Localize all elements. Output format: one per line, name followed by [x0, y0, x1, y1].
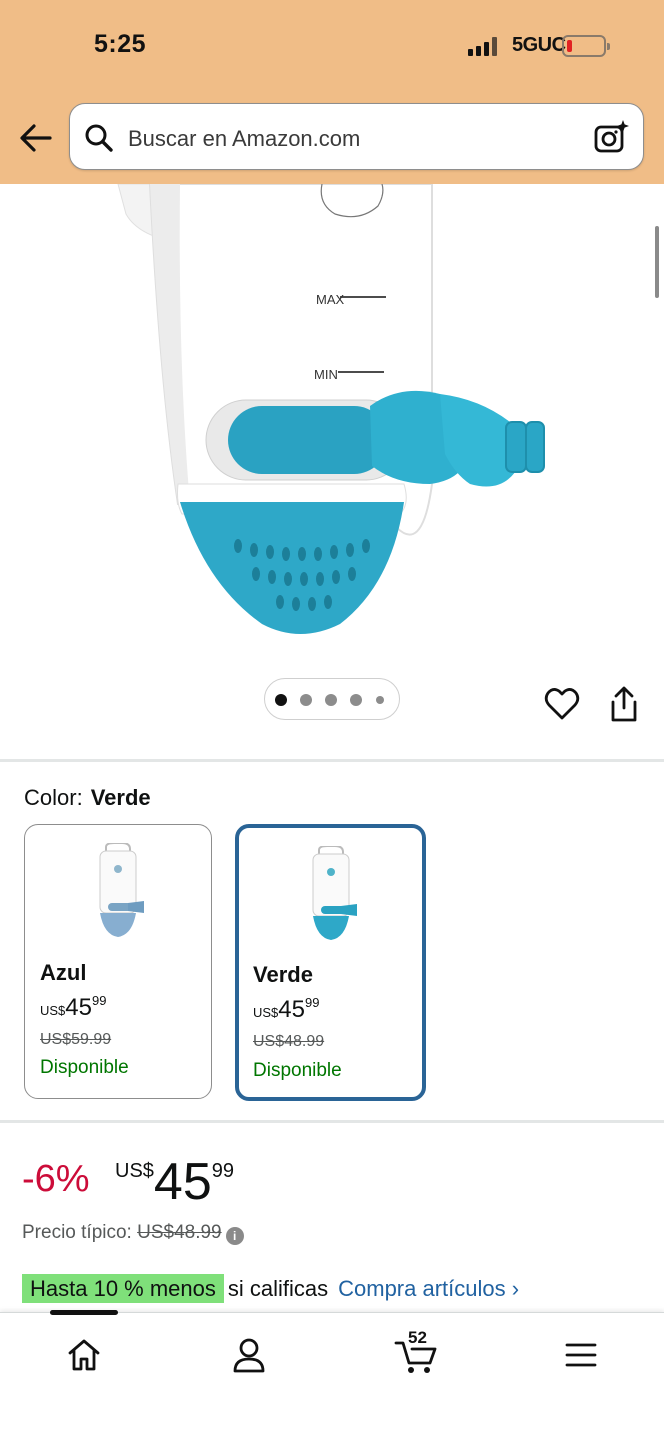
pager-dot[interactable]: [300, 694, 312, 706]
network-label: 5GUC: [512, 34, 566, 56]
search-input[interactable]: Buscar en Amazon.com: [128, 126, 360, 152]
product-thumbnail: [312, 846, 357, 940]
product-photo: MAX MIN: [117, 184, 545, 634]
promo-highlight: Hasta 10 % menos: [22, 1274, 224, 1303]
max-label: MAX: [316, 292, 345, 307]
section-divider: [0, 759, 664, 762]
option-old-price: US$48.99: [253, 1033, 325, 1050]
option-availability: Disponible: [40, 1057, 129, 1078]
selected-color: Verde: [90, 785, 151, 810]
menu-icon[interactable]: [561, 1335, 601, 1375]
product-thumbnail: [99, 843, 144, 937]
min-label: MIN: [314, 367, 338, 382]
option-old-price: US$59.99: [40, 1031, 112, 1048]
active-tab-indicator: [50, 1310, 118, 1315]
current-price: US$4599: [115, 1153, 234, 1211]
heart-icon[interactable]: [544, 686, 580, 722]
option-name: Verde: [253, 962, 313, 987]
color-option-azul[interactable]: Azul US$4599 US$59.99 Disponible: [24, 824, 212, 1099]
option-price: US$4599: [40, 993, 107, 1021]
arrow-left-icon[interactable]: [16, 118, 56, 158]
status-bar: 5:25 5GUC: [0, 0, 664, 92]
top-bar: 5:25 5GUC Buscar en Amazon.com: [0, 0, 664, 184]
share-icon[interactable]: [606, 684, 642, 724]
search-icon: [85, 124, 113, 152]
cart-count: 52: [408, 1328, 427, 1347]
discount-percent: -6%: [22, 1158, 90, 1200]
signal-icon: [468, 37, 500, 56]
info-icon[interactable]: i: [225, 1227, 244, 1245]
option-price: US$4599: [253, 995, 320, 1023]
pager-dot[interactable]: [275, 694, 287, 706]
image-pager[interactable]: [264, 678, 400, 720]
promo-text: si calificas: [227, 1276, 329, 1301]
home-icon[interactable]: [64, 1335, 104, 1375]
pager-dot[interactable]: [376, 696, 384, 704]
promo-link[interactable]: Compra artículos ›: [338, 1276, 519, 1301]
section-divider: [0, 1120, 664, 1123]
status-time: 5:25: [94, 30, 147, 58]
color-option-verde[interactable]: Verde US$4599 US$48.99 Disponible: [235, 824, 426, 1101]
color-label: Color: Verde: [24, 785, 151, 810]
product-image[interactable]: MAX MIN: [0, 184, 664, 760]
option-availability: Disponible: [253, 1060, 342, 1081]
page-scrollbar[interactable]: [655, 226, 659, 298]
promo-line: Hasta 10 % menos si calificas Compra artíc…: [22, 1274, 519, 1303]
pager-dot[interactable]: [325, 694, 337, 706]
option-name: Azul: [40, 960, 87, 985]
account-icon[interactable]: [229, 1335, 269, 1375]
bottom-nav: [0, 1310, 664, 1440]
typical-price: Precio típico: US$48.99 i: [22, 1222, 244, 1245]
battery-icon: [562, 35, 610, 57]
pager-dot[interactable]: [350, 694, 362, 706]
search-bar[interactable]: Buscar en Amazon.com: [69, 103, 644, 170]
camera-sparkle-icon[interactable]: [593, 119, 629, 155]
